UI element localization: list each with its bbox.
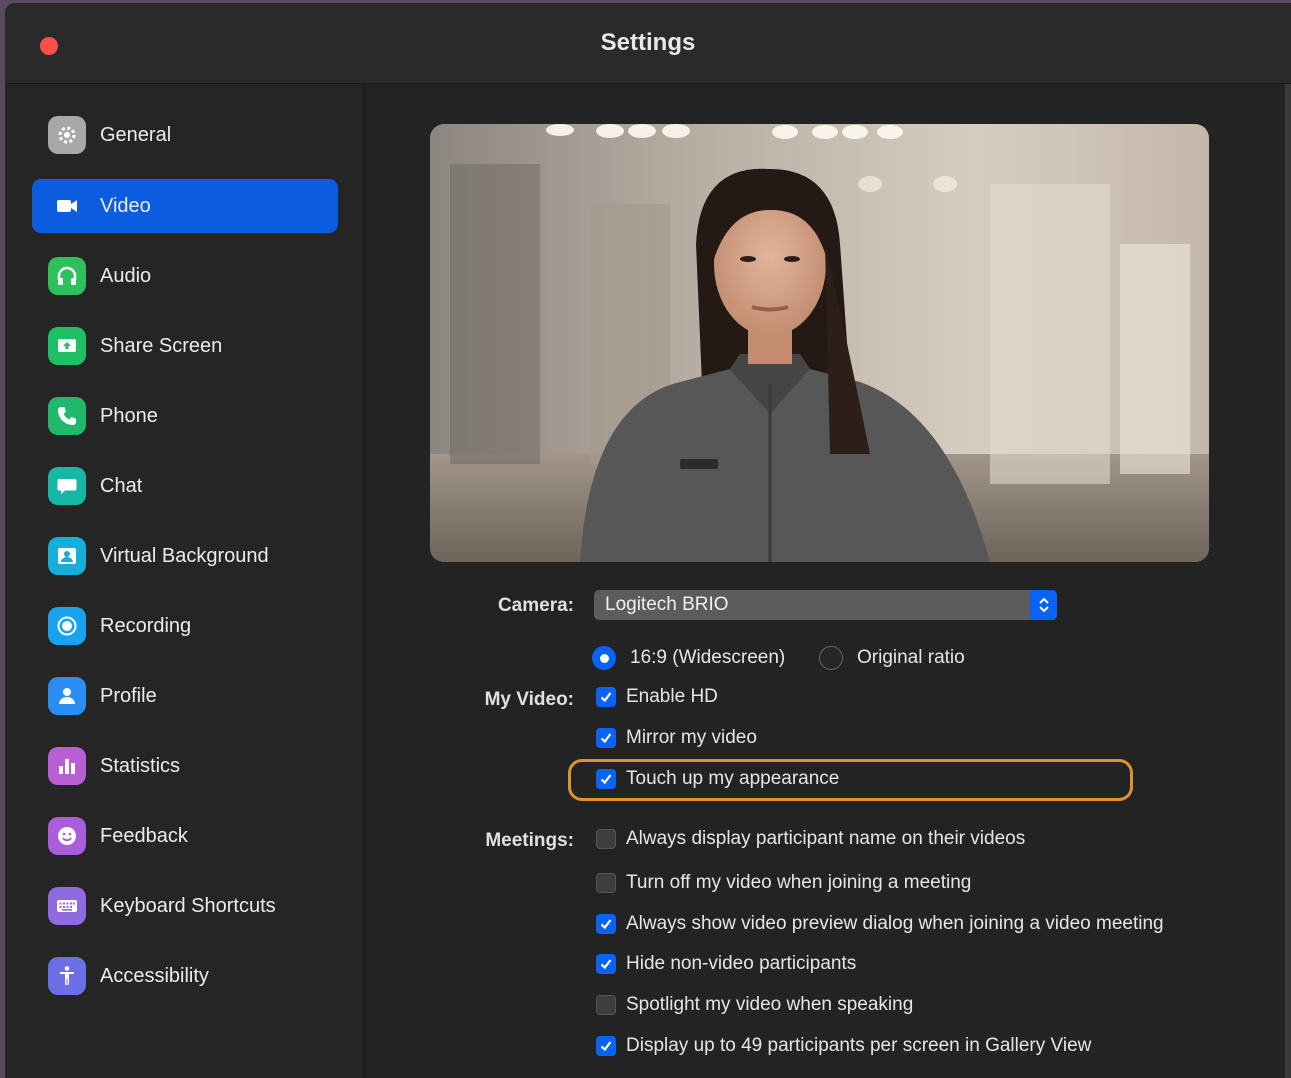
sidebar-item-feedback[interactable]: Feedback	[32, 809, 338, 863]
sidebar-item-phone[interactable]: Phone	[32, 389, 338, 443]
scrollbar[interactable]	[1285, 84, 1291, 1078]
share-screen-icon	[48, 327, 86, 365]
radio-selected[interactable]	[592, 646, 616, 670]
video-preview-dialog-checkbox[interactable]	[596, 914, 616, 934]
my-video-label: My Video:	[484, 689, 574, 710]
touch-up-appearance-option[interactable]: Touch up my appearance	[596, 768, 839, 790]
sidebar-item-share-screen[interactable]: Share Screen	[32, 319, 338, 373]
hide-non-video-label: Hide non-video participants	[626, 953, 857, 974]
sidebar-item-label: Audio	[100, 264, 152, 287]
sidebar-item-statistics[interactable]: Statistics	[32, 739, 338, 793]
hide-non-video-checkbox[interactable]	[596, 954, 616, 974]
camera-preview	[430, 124, 1209, 562]
enable-hd-label: Enable HD	[626, 686, 718, 707]
sidebar-item-label: Statistics	[100, 754, 181, 777]
meetings-label: Meetings:	[485, 830, 574, 851]
window-title: Settings	[600, 29, 696, 56]
sidebar-item-keyboard-shortcuts[interactable]: Keyboard Shortcuts	[32, 879, 338, 933]
sidebar-item-chat[interactable]: Chat	[32, 459, 338, 513]
keyboard-icon	[48, 887, 86, 925]
hide-non-video-option[interactable]: Hide non-video participants	[596, 953, 856, 975]
sidebar-item-label: Virtual Background	[100, 544, 269, 567]
ratio-widescreen-option[interactable]: 16:9 (Widescreen)	[592, 646, 785, 670]
video-preview-dialog-option[interactable]: Always show video preview dialog when jo…	[596, 913, 1164, 935]
record-icon	[48, 607, 86, 645]
gallery-49-option[interactable]: Display up to 49 participants per screen…	[596, 1035, 1091, 1057]
video-camera-icon	[48, 187, 86, 225]
phone-icon	[48, 397, 86, 435]
sidebar-item-label: Recording	[100, 614, 192, 637]
spotlight-video-label: Spotlight my video when speaking	[626, 994, 914, 1015]
turn-off-video-checkbox[interactable]	[596, 873, 616, 893]
gallery-49-checkbox[interactable]	[596, 1036, 616, 1056]
sidebar-item-audio[interactable]: Audio	[32, 249, 338, 303]
enable-hd-option[interactable]: Enable HD	[596, 686, 718, 708]
settings-window: Settings General Video Audio Share Scree…	[5, 3, 1291, 1078]
spotlight-video-option[interactable]: Spotlight my video when speaking	[596, 994, 913, 1016]
display-participant-name-option[interactable]: Always display participant name on their…	[596, 828, 1025, 850]
person-icon	[48, 677, 86, 715]
accessibility-icon	[48, 957, 86, 995]
sidebar-item-label: Video	[100, 194, 151, 217]
gallery-49-label: Display up to 49 participants per screen…	[626, 1035, 1092, 1056]
chevron-up-down-icon	[1030, 590, 1057, 620]
settings-sidebar: General Video Audio Share Screen Phone C…	[5, 84, 364, 1078]
camera-select-value: Logitech BRIO	[605, 594, 729, 615]
sidebar-item-profile[interactable]: Profile	[32, 669, 338, 723]
sidebar-item-label: Accessibility	[100, 964, 209, 987]
sidebar-item-label: Profile	[100, 684, 157, 707]
turn-off-video-option[interactable]: Turn off my video when joining a meeting	[596, 872, 971, 894]
headphones-icon	[48, 257, 86, 295]
sidebar-item-general[interactable]: General	[32, 108, 338, 162]
bar-chart-icon	[48, 747, 86, 785]
touch-up-appearance-label: Touch up my appearance	[626, 768, 840, 789]
radio-unselected[interactable]	[819, 646, 843, 670]
camera-label: Camera:	[497, 595, 574, 616]
sidebar-item-recording[interactable]: Recording	[32, 599, 338, 653]
gear-icon	[48, 116, 86, 154]
sidebar-item-virtual-background[interactable]: Virtual Background	[32, 529, 338, 583]
sidebar-item-label: General	[100, 123, 172, 146]
mirror-video-option[interactable]: Mirror my video	[596, 727, 757, 749]
sidebar-item-accessibility[interactable]: Accessibility	[32, 949, 338, 1003]
video-settings-panel: Camera: Logitech BRIO 16:9 (Widescreen) …	[364, 84, 1285, 1078]
display-participant-name-checkbox[interactable]	[596, 829, 616, 849]
chat-bubble-icon	[48, 467, 86, 505]
spotlight-video-checkbox[interactable]	[596, 995, 616, 1015]
touch-up-appearance-checkbox[interactable]	[596, 769, 616, 789]
ratio-widescreen-label: 16:9 (Widescreen)	[630, 647, 786, 668]
video-preview-dialog-label: Always show video preview dialog when jo…	[626, 913, 1164, 934]
display-participant-name-label: Always display participant name on their…	[626, 828, 1026, 849]
smiley-icon	[48, 817, 86, 855]
mirror-video-checkbox[interactable]	[596, 728, 616, 748]
mirror-video-label: Mirror my video	[626, 727, 757, 748]
ratio-original-option[interactable]: Original ratio	[819, 646, 965, 670]
sidebar-item-label: Chat	[100, 474, 143, 497]
virtual-background-icon	[48, 537, 86, 575]
sidebar-item-label: Feedback	[100, 824, 188, 847]
sidebar-item-video[interactable]: Video	[32, 179, 338, 233]
sidebar-item-label: Phone	[100, 404, 158, 427]
ratio-original-label: Original ratio	[857, 647, 965, 668]
enable-hd-checkbox[interactable]	[596, 687, 616, 707]
sidebar-item-label: Keyboard Shortcuts	[100, 894, 276, 917]
camera-select[interactable]: Logitech BRIO	[594, 590, 1057, 620]
sidebar-item-label: Share Screen	[100, 334, 223, 357]
turn-off-video-label: Turn off my video when joining a meeting	[626, 872, 972, 893]
title-bar: Settings	[5, 3, 1291, 84]
